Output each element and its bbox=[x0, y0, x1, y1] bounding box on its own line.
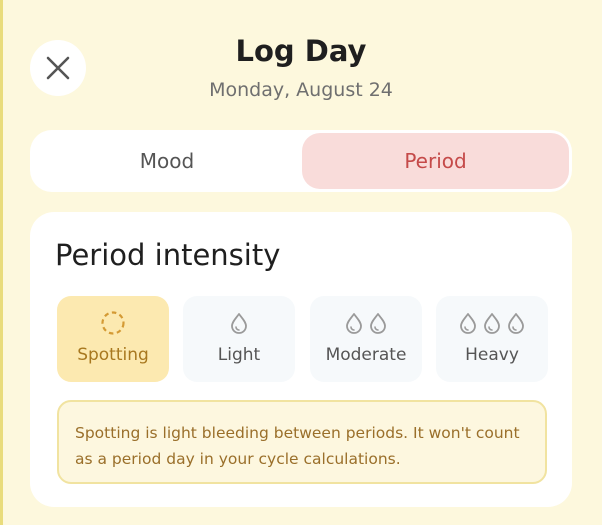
option-label: Heavy bbox=[465, 345, 519, 365]
page-title: Log Day bbox=[235, 34, 367, 68]
droplet-icon bbox=[231, 313, 247, 334]
two-droplets-icon bbox=[346, 313, 386, 334]
period-intensity-card: Period intensity Spotting Light Moderate… bbox=[30, 212, 572, 507]
page-date: Monday, August 24 bbox=[209, 79, 393, 101]
intensity-option-heavy[interactable]: Heavy bbox=[436, 296, 548, 382]
log-type-tabs: Mood Period bbox=[30, 130, 572, 192]
dashed-circle-icon bbox=[101, 311, 125, 335]
option-label: Moderate bbox=[325, 345, 407, 365]
tab-period[interactable]: Period bbox=[302, 133, 569, 189]
spotting-info-note: Spotting is light bleeding between perio… bbox=[57, 400, 547, 484]
option-label: Spotting bbox=[77, 345, 149, 365]
card-title: Period intensity bbox=[55, 238, 281, 272]
intensity-option-spotting[interactable]: Spotting bbox=[57, 296, 169, 382]
three-droplets-icon bbox=[460, 313, 524, 334]
intensity-option-light[interactable]: Light bbox=[183, 296, 295, 382]
intensity-option-moderate[interactable]: Moderate bbox=[310, 296, 422, 382]
option-label: Light bbox=[217, 345, 261, 365]
tab-mood[interactable]: Mood bbox=[33, 133, 301, 189]
